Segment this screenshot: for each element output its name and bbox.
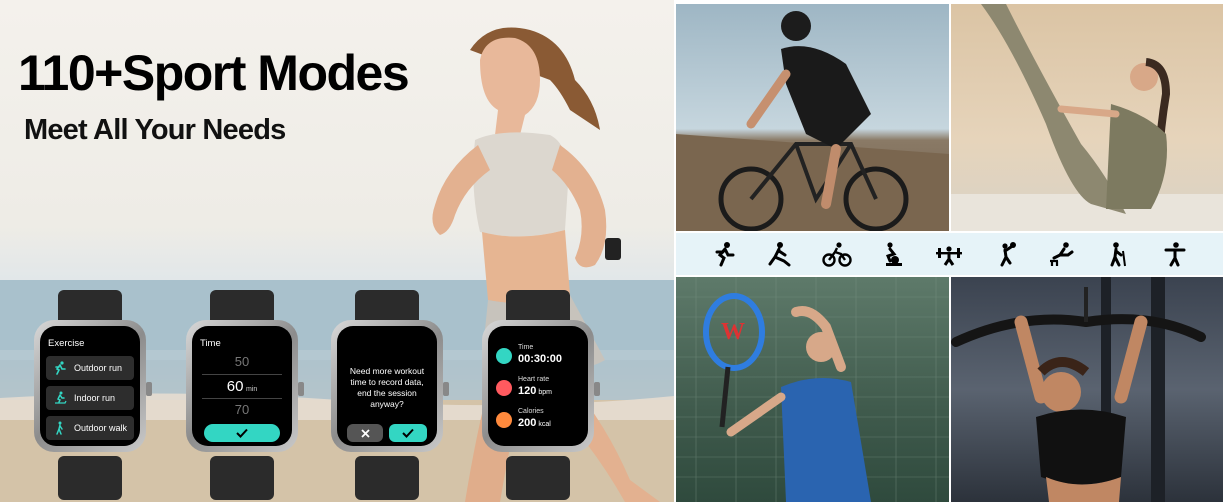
gym-photo [951, 277, 1223, 502]
stretching-icon [765, 239, 795, 269]
running-icon [51, 359, 69, 377]
watch-strap [355, 456, 419, 500]
metric-value: 120 bpm [518, 385, 552, 397]
svg-text:W: W [721, 319, 745, 345]
watch-screen: Need more workout time to record data, e… [337, 326, 437, 446]
cancel-button[interactable] [347, 424, 383, 442]
hiking-icon [1103, 239, 1133, 269]
metric-value: 00:30:00 [518, 353, 563, 365]
watch-screen: Time 50 60 min 70 [192, 326, 292, 446]
yoga-photo [951, 4, 1223, 231]
heart-icon [496, 380, 512, 396]
exercise-item-outdoor-walk[interactable]: Outdoor walk [46, 416, 134, 440]
time-option-above[interactable]: 50 [192, 354, 292, 369]
metric-label: Time [518, 344, 534, 351]
sport-icons-strip [676, 233, 1223, 275]
banner-title: 110+Sport Modes [18, 45, 410, 101]
cyclist-photo [676, 4, 949, 231]
metric-label: Calories [518, 408, 544, 415]
metric-label: Heart rate [518, 376, 550, 383]
volleyball-icon [991, 239, 1021, 269]
time-option-selected[interactable]: 60 min [192, 378, 292, 395]
flame-icon [496, 412, 512, 428]
watch-screen: Exercise Outdoor run Indoor run Outdoor … [40, 326, 140, 446]
watch-end-session-dialog: Need more workout time to record data, e… [331, 290, 449, 500]
running-icon [709, 239, 739, 269]
tennis-photo: W [676, 277, 949, 502]
exercise-item-label: Indoor run [74, 393, 116, 403]
watch-workout-stats: Time 00:30:00 Heart rate 120 bpm Calories… [482, 290, 600, 500]
screen-title: Time [200, 338, 221, 349]
watch-crown [594, 382, 600, 396]
watch-crown [298, 382, 304, 396]
watch-screen: Time 00:30:00 Heart rate 120 bpm Calories… [488, 326, 588, 446]
watch-case: Time 00:30:00 Heart rate 120 bpm Calories… [482, 320, 600, 452]
hero-panel: 110+Sport Modes Meet All Your Needs Exer… [0, 0, 674, 502]
exercise-item-label: Outdoor walk [74, 423, 128, 433]
hurdles-icon [1047, 239, 1077, 269]
banner-subtitle: Meet All Your Needs [24, 114, 286, 146]
checkmark-icon [236, 428, 248, 438]
exercise-item-label: Outdoor run [74, 363, 123, 373]
screen-title: Exercise [48, 338, 85, 349]
clock-icon [496, 348, 512, 364]
watch-crown [443, 382, 449, 396]
dance-icon [1160, 239, 1190, 269]
watch-time-picker: Time 50 60 min 70 [186, 290, 304, 500]
watch-case: Time 50 60 min 70 [186, 320, 304, 452]
time-option-below[interactable]: 70 [192, 402, 292, 417]
weightlifting-icon [934, 239, 964, 269]
exercise-item-outdoor-run[interactable]: Outdoor run [46, 356, 134, 380]
confirm-button[interactable] [389, 424, 427, 442]
indoor-bike-icon [878, 239, 908, 269]
exercise-item-indoor-run[interactable]: Indoor run [46, 386, 134, 410]
watch-crown [146, 382, 152, 396]
watch-strap [506, 456, 570, 500]
watch-exercise-menu: Exercise Outdoor run Indoor run Outdoor … [34, 290, 152, 500]
watch-strap [210, 456, 274, 500]
treadmill-icon [51, 389, 69, 407]
end-session-question: Need more workout time to record data, e… [349, 366, 425, 409]
walking-icon [51, 419, 69, 437]
confirm-button[interactable] [204, 424, 280, 442]
watch-strap [58, 456, 122, 500]
watch-case: Need more workout time to record data, e… [331, 320, 449, 452]
metric-value: 200 kcal [518, 417, 551, 429]
close-icon [360, 428, 370, 438]
watch-case: Exercise Outdoor run Indoor run Outdoor … [34, 320, 152, 452]
cycling-icon [822, 239, 852, 269]
checkmark-icon [402, 428, 414, 438]
